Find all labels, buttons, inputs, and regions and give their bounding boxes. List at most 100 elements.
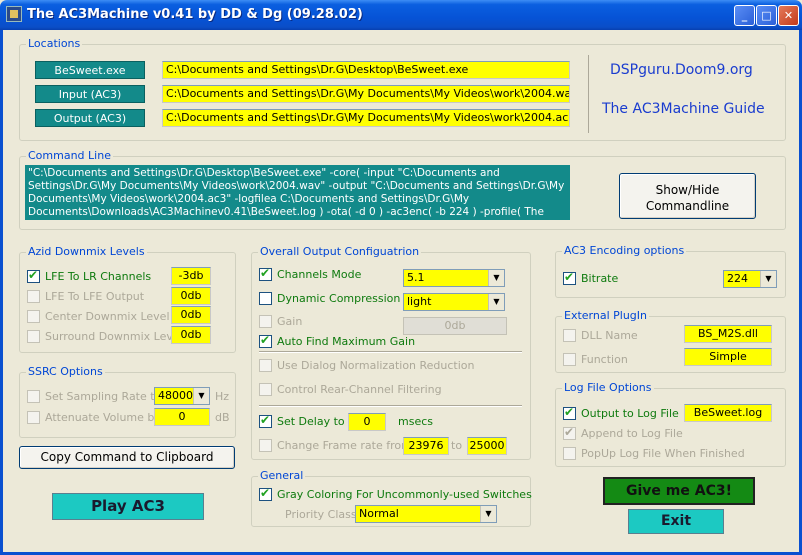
function-checkbox[interactable]	[563, 353, 576, 366]
dll-name-checkbox[interactable]	[563, 329, 576, 342]
close-button[interactable]: ✕	[778, 5, 799, 26]
copy-command-button[interactable]: Copy Command to Clipboard	[19, 446, 235, 469]
append-log-checkbox[interactable]	[563, 425, 576, 440]
play-ac3-button[interactable]: Play AC3	[52, 493, 204, 520]
command-line-text[interactable]: "C:\Documents and Settings\Dr.G\Desktop\…	[25, 165, 570, 220]
surround-downmix-label: Surround Downmix Level	[45, 330, 183, 343]
general-legend: General	[258, 469, 306, 482]
function-value[interactable]: Simple	[684, 348, 772, 366]
title-bar: The AC3Machine v0.41 by DD & Dg (09.28.0…	[0, 0, 802, 30]
dynamic-compression-label: Dynamic Compression	[277, 292, 401, 305]
output-log-checkbox[interactable]	[563, 405, 576, 420]
channels-mode-label: Channels Mode	[277, 268, 362, 281]
bitrate-value: 224	[727, 272, 748, 285]
overall-output-legend: Overall Output Configuatrion	[258, 245, 422, 258]
sampling-rate-unit: Hz	[215, 390, 230, 403]
command-line-legend: Command Line	[26, 149, 113, 162]
input-label[interactable]: Input (AC3)	[35, 85, 145, 103]
ssrc-legend: SSRC Options	[26, 365, 105, 378]
chevron-down-icon[interactable]: ▼	[760, 271, 776, 287]
exit-button[interactable]: Exit	[628, 509, 724, 534]
bitrate-select[interactable]: 224 ▼	[723, 270, 777, 288]
attenuate-checkbox[interactable]	[27, 411, 40, 424]
show-hide-commandline-button[interactable]: Show/Hide Commandline	[619, 173, 756, 219]
attenuate-label: Attenuate Volume by	[45, 411, 161, 424]
lfe-lfe-label: LFE To LFE Output	[45, 290, 145, 303]
gray-coloring-label: Gray Coloring For Uncommonly-used Switch…	[277, 488, 532, 501]
channels-mode-checkbox[interactable]	[259, 266, 272, 281]
popup-log-checkbox[interactable]	[563, 447, 576, 460]
input-path-field[interactable]: C:\Documents and Settings\Dr.G\My Docume…	[162, 85, 570, 103]
gain-value: 0db	[403, 317, 507, 335]
surround-downmix-checkbox[interactable]	[27, 330, 40, 343]
output-path-field[interactable]: C:\Documents and Settings\Dr.G\My Docume…	[162, 109, 570, 127]
frame-rate-checkbox[interactable]	[259, 439, 272, 452]
besweet-label[interactable]: BeSweet.exe	[35, 61, 145, 79]
dspguru-link[interactable]: DSPguru.Doom9.org	[610, 62, 753, 78]
locations-legend: Locations	[26, 37, 83, 50]
separator	[259, 405, 522, 407]
besweet-path-field[interactable]: C:\Documents and Settings\Dr.G\Desktop\B…	[162, 61, 570, 79]
give-me-ac3-button[interactable]: Give me AC3!	[603, 477, 755, 505]
sampling-rate-select[interactable]: 48000 ▼	[154, 387, 210, 405]
priority-class-label: Priority Class	[285, 508, 357, 521]
output-log-value[interactable]: BeSweet.log	[684, 404, 772, 422]
azid-legend: Azid Downmix Levels	[26, 245, 147, 258]
priority-class-value: Normal	[359, 507, 399, 520]
center-downmix-label: Center Downmix Level	[45, 310, 170, 323]
set-delay-value[interactable]: 0	[348, 413, 386, 431]
channels-mode-select[interactable]: 5.1 ▼	[403, 269, 505, 287]
lfe-lfe-checkbox[interactable]	[27, 290, 40, 303]
frame-rate-from[interactable]: 23976	[403, 437, 449, 455]
minimize-button[interactable]: _	[734, 5, 755, 26]
priority-class-select[interactable]: Normal ▼	[355, 505, 497, 523]
set-delay-checkbox[interactable]	[259, 413, 272, 428]
bitrate-checkbox[interactable]	[563, 270, 576, 285]
separator	[259, 351, 522, 353]
dynamic-compression-select[interactable]: light ▼	[403, 293, 505, 311]
function-label: Function	[581, 353, 628, 366]
popup-log-label: PopUp Log File When Finished	[581, 447, 745, 460]
dll-name-value[interactable]: BS_M2S.dll	[684, 325, 772, 343]
chevron-down-icon[interactable]: ▼	[488, 270, 504, 286]
dll-name-label: DLL Name	[581, 329, 638, 342]
chevron-down-icon[interactable]: ▼	[488, 294, 504, 310]
lfe-lr-value[interactable]: -3db	[171, 267, 211, 285]
output-log-label: Output to Log File	[581, 407, 679, 420]
center-downmix-value[interactable]: 0db	[171, 306, 211, 324]
log-options-legend: Log File Options	[562, 381, 654, 394]
maximize-button[interactable]: □	[756, 5, 777, 26]
external-plugin-legend: External PlugIn	[562, 309, 649, 322]
center-downmix-checkbox[interactable]	[27, 310, 40, 323]
output-label[interactable]: Output (AC3)	[35, 109, 145, 127]
lfe-lr-label: LFE To LR Channels	[45, 270, 152, 283]
gain-label: Gain	[277, 315, 303, 328]
dynamic-compression-value: light	[407, 295, 432, 308]
chevron-down-icon[interactable]: ▼	[480, 506, 496, 522]
dynamic-compression-checkbox[interactable]	[259, 292, 272, 305]
chevron-down-icon[interactable]: ▼	[193, 388, 209, 404]
auto-find-gain-checkbox[interactable]	[259, 333, 272, 348]
lfe-lr-checkbox[interactable]	[27, 268, 40, 283]
guide-link[interactable]: The AC3Machine Guide	[602, 101, 765, 117]
append-log-label: Append to Log File	[581, 427, 683, 440]
ac3-encoding-legend: AC3 Encoding options	[562, 244, 687, 257]
gain-checkbox[interactable]	[259, 315, 272, 328]
window-title: The AC3Machine v0.41 by DD & Dg (09.28.0…	[27, 7, 363, 22]
sampling-rate-label: Set Sampling Rate to	[45, 390, 162, 403]
frame-rate-label: Change Frame rate from	[277, 439, 412, 452]
attenuate-value[interactable]: 0	[154, 408, 210, 426]
dialog-normalization-label: Use Dialog Normalization Reduction	[277, 359, 475, 372]
app-icon	[6, 6, 22, 22]
lfe-lfe-value[interactable]: 0db	[171, 287, 211, 305]
surround-downmix-value[interactable]: 0db	[171, 326, 211, 344]
attenuate-unit: dB	[215, 411, 230, 424]
sampling-rate-checkbox[interactable]	[27, 390, 40, 403]
set-delay-unit: msecs	[398, 415, 433, 428]
bitrate-label: Bitrate	[581, 272, 619, 285]
frame-rate-to-label: to	[451, 439, 463, 452]
frame-rate-to[interactable]: 25000	[467, 437, 507, 455]
dialog-normalization-checkbox[interactable]	[259, 359, 272, 372]
rear-channel-checkbox[interactable]	[259, 383, 272, 396]
gray-coloring-checkbox[interactable]	[259, 486, 272, 501]
